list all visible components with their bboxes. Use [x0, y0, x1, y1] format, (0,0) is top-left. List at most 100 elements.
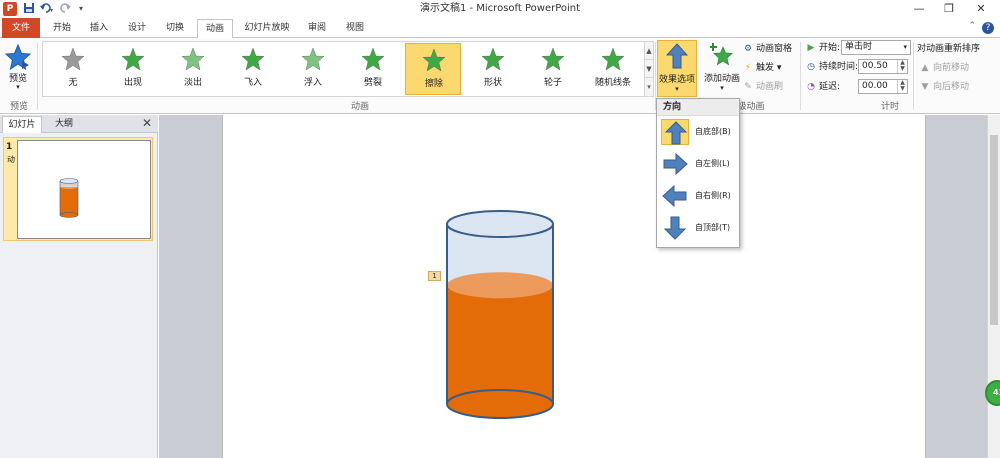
animation-effect-1[interactable]: 出现	[105, 43, 161, 95]
arrow-down-icon	[661, 215, 689, 241]
animation-effect-0[interactable]: 无	[45, 43, 101, 95]
delay-label: ◔ 延迟:	[805, 80, 840, 94]
star-icon	[181, 47, 205, 71]
brush-icon: ✎	[744, 82, 752, 92]
star-icon	[601, 47, 625, 71]
trigger-label: 触发	[756, 63, 775, 73]
duration-spinner[interactable]: 00.50 ▲ ▼	[858, 59, 908, 74]
scrollbar-thumb[interactable]	[990, 135, 998, 325]
arrow-right-icon	[661, 151, 689, 177]
direction-from-bottom[interactable]: 自底部(B)	[659, 118, 737, 146]
close-icon[interactable]: ✕	[142, 116, 152, 130]
preview-group-label: 预览	[9, 102, 28, 112]
star-icon	[121, 47, 145, 71]
tab-slides[interactable]: 幻灯片	[2, 116, 42, 133]
animation-effect-2[interactable]: 淡出	[165, 43, 221, 95]
move-earlier-button[interactable]: ▲ 向前移动	[919, 61, 969, 75]
triangle-down-icon: ▼	[921, 82, 929, 92]
trigger-button[interactable]: ⚡ 触发 ▾	[742, 61, 782, 75]
arrow-up-icon	[665, 43, 689, 69]
save-icon[interactable]	[22, 2, 36, 16]
group-divider	[37, 42, 38, 110]
animation-effect-5[interactable]: 劈裂	[345, 43, 401, 95]
animation-effect-label: 淡出	[183, 78, 202, 88]
ribbon-collapse-icon[interactable]: ⌃	[968, 21, 976, 31]
arrow-up-icon	[661, 119, 689, 145]
add-animation-button[interactable]: 添加动画 ▾	[702, 40, 742, 97]
help-icon[interactable]: ?	[982, 22, 994, 34]
animation-effect-9[interactable]: 随机线条	[585, 43, 641, 95]
add-animation-label: 添加动画	[703, 74, 740, 84]
spinner-arrows[interactable]: ▲ ▼	[897, 60, 907, 73]
star-icon	[301, 47, 325, 71]
preview-button[interactable]: 预览 ▾	[4, 41, 32, 95]
spinner-arrows[interactable]: ▲ ▼	[897, 80, 907, 93]
slides-pane: 幻灯片 大纲 ✕ 1 动	[0, 115, 158, 458]
effect-options-button[interactable]: 效果选项 ▾	[657, 40, 697, 97]
animation-order-tag[interactable]: 1	[428, 271, 441, 281]
gallery-scroll[interactable]: ▲ ▼ ▾	[644, 41, 654, 97]
star-icon	[361, 47, 385, 71]
tab-home[interactable]: 开始	[46, 19, 78, 38]
tab-insert[interactable]: 插入	[82, 19, 116, 38]
direction-from-top[interactable]: 自顶部(T)	[659, 214, 737, 242]
animation-effect-3[interactable]: 飞入	[225, 43, 281, 95]
animation-painter-button[interactable]: ✎ 动画刷	[742, 80, 783, 94]
delay-icon: ◔	[807, 82, 815, 92]
preview-star-icon	[4, 43, 32, 71]
reorder-title: 对动画重新排序	[917, 44, 981, 54]
tab-design[interactable]: 设计	[120, 19, 154, 38]
gallery-down-icon[interactable]: ▼	[645, 60, 653, 78]
animation-pane-button[interactable]: ⚙ 动画窗格	[742, 42, 792, 56]
animation-effect-7[interactable]: 形状	[465, 43, 521, 95]
chevron-down-icon: ▾	[903, 43, 907, 51]
tab-view[interactable]: 视图	[338, 19, 372, 38]
animation-effect-label: 浮入	[303, 78, 322, 88]
start-select[interactable]: 单击时 ▾	[841, 40, 911, 55]
play-icon: ▶	[807, 43, 815, 53]
tab-transitions[interactable]: 切换	[158, 19, 192, 38]
chevron-down-icon: ▾	[720, 84, 724, 92]
pane-tabs: 幻灯片 大纲 ✕	[0, 115, 158, 133]
direction-label: 自左侧(L)	[695, 159, 730, 168]
vertical-scrollbar[interactable]	[987, 115, 1000, 458]
animation-effect-8[interactable]: 轮子	[525, 43, 581, 95]
animation-effect-label: 无	[68, 78, 78, 88]
direction-from-left[interactable]: 自左侧(L)	[659, 150, 737, 178]
animation-painter-label: 动画刷	[756, 82, 784, 92]
animation-marker: 动	[7, 155, 15, 164]
animation-pane-icon: ⚙	[743, 44, 753, 54]
animation-pane-label: 动画窗格	[756, 44, 793, 54]
slide-thumbnail[interactable]	[17, 140, 151, 239]
tab-outline[interactable]: 大纲	[46, 116, 82, 133]
slide-canvas[interactable]	[222, 115, 926, 458]
delay-spinner[interactable]: 00.00 ▲ ▼	[858, 79, 908, 94]
animation-effect-6[interactable]: 擦除	[405, 43, 461, 95]
ribbon-tabs: 文件 开始 插入 设计 切换 动画 幻灯片放映 审阅 视图	[0, 18, 1000, 39]
undo-icon[interactable]: ▾	[38, 2, 56, 16]
close-button[interactable]: ✕	[966, 0, 996, 18]
customize-icon[interactable]: ▾	[76, 2, 86, 16]
arrow-left-icon	[661, 183, 689, 209]
direction-from-right[interactable]: 自右侧(R)	[659, 182, 737, 210]
tab-review[interactable]: 审阅	[300, 19, 334, 38]
animation-effect-4[interactable]: 浮入	[285, 43, 341, 95]
cylinder-shape[interactable]	[223, 115, 927, 458]
tab-slideshow[interactable]: 幻灯片放映	[238, 19, 296, 38]
tab-animations[interactable]: 动画	[197, 19, 233, 39]
move-later-button[interactable]: ▼ 向后移动	[919, 80, 969, 94]
redo-icon[interactable]	[60, 2, 72, 16]
effect-options-label: 效果选项	[658, 75, 695, 85]
gallery-more-icon[interactable]: ▾	[645, 78, 653, 96]
powerpoint-app-icon[interactable]: P	[3, 2, 17, 16]
tab-file[interactable]: 文件	[2, 18, 40, 38]
minimize-button[interactable]: —	[904, 0, 934, 18]
animation-effect-label: 随机线条	[594, 78, 631, 88]
gallery-up-icon[interactable]: ▲	[645, 42, 653, 60]
animation-effect-label: 劈裂	[363, 78, 382, 88]
start-label: ▶ 开始:	[805, 41, 841, 55]
slide-thumbnail-row[interactable]: 1 动	[3, 137, 153, 241]
restore-button[interactable]: ❐	[934, 0, 964, 18]
animation-gallery: 无 出现 淡出 飞入 浮入 劈裂 擦除 形状 轮子 随机线条	[42, 41, 650, 97]
animation-effect-label: 轮子	[543, 78, 562, 88]
